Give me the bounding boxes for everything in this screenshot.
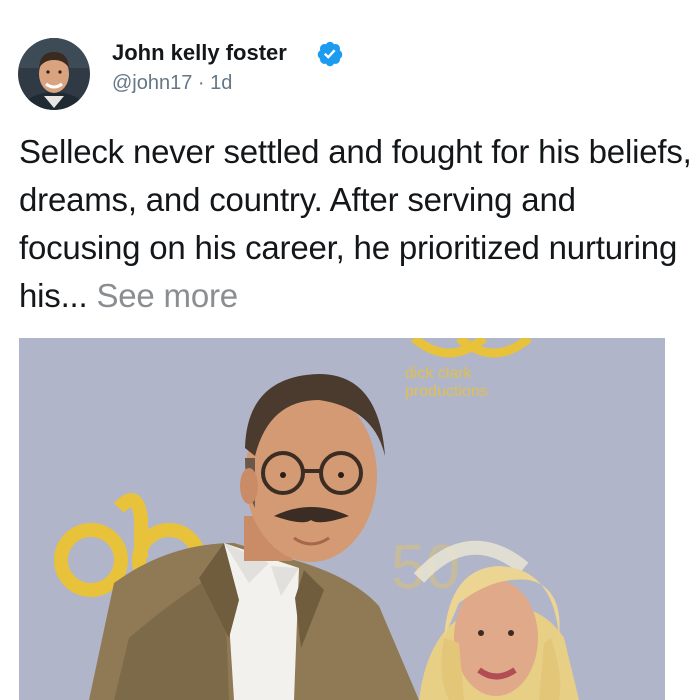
post-meta: @john17 · 1d: [112, 72, 232, 95]
photo-image: dick clark productions 50: [19, 338, 665, 700]
meta-separator: ·: [192, 72, 211, 94]
author-avatar[interactable]: [18, 38, 90, 110]
backdrop-logo-line-1: dick clark: [405, 365, 473, 382]
avatar-image: [18, 38, 90, 110]
post-photo[interactable]: dick clark productions 50: [19, 338, 665, 700]
backdrop-logo-line-2: productions: [405, 383, 488, 400]
post-time[interactable]: 1d: [210, 72, 232, 94]
author-handle[interactable]: @john17: [112, 72, 192, 94]
verified-badge-icon: [317, 41, 343, 67]
post-text: Selleck never settled and fought for his…: [19, 128, 694, 320]
social-post: John kelly foster @john17 · 1d Selleck n…: [0, 0, 700, 700]
see-more-link[interactable]: See more: [96, 277, 238, 314]
author-name[interactable]: John kelly foster: [112, 40, 287, 66]
